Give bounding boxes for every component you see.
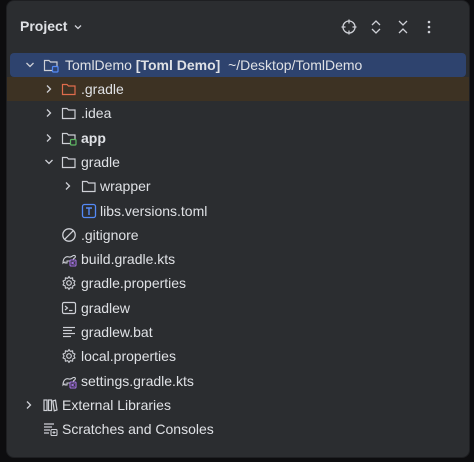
tree-row-tomldemo[interactable]: TomlDemo [Toml Demo] ~/Desktop/TomlDemo bbox=[10, 53, 466, 77]
scratches-icon bbox=[42, 417, 58, 441]
expand-all-button[interactable] bbox=[366, 17, 386, 37]
folder-icon bbox=[81, 174, 97, 198]
tree-item-label: local.properties bbox=[81, 348, 176, 364]
tree-row-external-libraries[interactable]: External Libraries bbox=[7, 393, 469, 417]
chevron-down-icon bbox=[75, 24, 82, 29]
tree-item-label: gradlew bbox=[81, 300, 131, 316]
tree-item-label: External Libraries bbox=[62, 397, 171, 413]
tree-row-build-gradle-kts[interactable]: build.gradle.kts bbox=[7, 247, 469, 271]
tree-item-label: .idea bbox=[81, 105, 112, 121]
tree-row-gradle-properties[interactable]: gradle.properties bbox=[7, 271, 469, 295]
gitignore-icon bbox=[61, 223, 77, 247]
tree-row-libs-versions-toml[interactable]: libs.versions.toml bbox=[7, 199, 469, 223]
crosshair-icon bbox=[341, 19, 357, 35]
more-vertical-icon bbox=[427, 20, 431, 34]
excluded-folder-icon bbox=[61, 77, 77, 101]
tree-item-label: build.gradle.kts bbox=[81, 251, 176, 267]
project-name: TomlDemo bbox=[65, 57, 132, 73]
options-button[interactable] bbox=[419, 17, 439, 37]
toml-file-icon bbox=[81, 199, 97, 223]
panel-title: Project bbox=[20, 18, 68, 34]
tree-item-label: settings.gradle.kts bbox=[81, 373, 194, 389]
folder-icon bbox=[61, 101, 77, 125]
tree-row-gradle[interactable]: gradle bbox=[7, 150, 469, 174]
project-view-selector[interactable]: Project bbox=[20, 18, 83, 34]
tree-row-wrapper[interactable]: wrapper bbox=[7, 174, 469, 198]
tree-row-local-properties[interactable]: local.properties bbox=[7, 344, 469, 368]
collapse-all-icon bbox=[398, 20, 408, 34]
terminal-icon bbox=[61, 296, 77, 320]
chevron-down-icon[interactable] bbox=[42, 150, 56, 174]
chevron-right-icon[interactable] bbox=[42, 77, 56, 101]
project-path: ~/Desktop/TomlDemo bbox=[228, 57, 363, 73]
tree-row-dot-gradle[interactable]: .gradle bbox=[7, 77, 469, 101]
project-display-name: [Toml Demo] bbox=[135, 57, 221, 73]
tree-item-label: gradlew.bat bbox=[81, 324, 153, 340]
collapse-all-button[interactable] bbox=[393, 17, 413, 37]
text-lines-icon bbox=[61, 320, 77, 344]
tree-row-settings-gradle-kts[interactable]: settings.gradle.kts bbox=[7, 369, 469, 393]
module-folder-icon bbox=[61, 126, 77, 150]
gear-icon bbox=[61, 271, 77, 295]
tree-item-label: Scratches and Consoles bbox=[62, 421, 214, 437]
select-opened-file-button[interactable] bbox=[339, 17, 359, 37]
gradle-kts-icon bbox=[61, 247, 77, 271]
tool-window-header: Project bbox=[7, 1, 469, 53]
chevron-right-icon[interactable] bbox=[61, 174, 75, 198]
tree-row-idea[interactable]: .idea bbox=[7, 101, 469, 125]
chevron-right-icon[interactable] bbox=[42, 126, 56, 150]
gradle-kts-icon bbox=[61, 369, 77, 393]
tree-item-label: gradle bbox=[81, 154, 120, 170]
tree-item-label: libs.versions.toml bbox=[100, 203, 208, 219]
folder-icon bbox=[61, 150, 77, 174]
tree-item-label: .gradle bbox=[81, 81, 124, 97]
tree-row-gradlew-bat[interactable]: gradlew.bat bbox=[7, 320, 469, 344]
tree-row-gitignore[interactable]: .gitignore bbox=[7, 223, 469, 247]
gear-icon bbox=[61, 344, 77, 368]
module-folder-icon bbox=[43, 53, 59, 77]
chevron-right-icon[interactable] bbox=[22, 393, 36, 417]
chevron-down-icon[interactable] bbox=[23, 53, 37, 77]
expand-all-icon bbox=[371, 20, 381, 34]
tree-item-label: .gitignore bbox=[81, 227, 139, 243]
tree-item-label: gradle.properties bbox=[81, 275, 187, 291]
tree-row-gradlew[interactable]: gradlew bbox=[7, 296, 469, 320]
chevron-right-icon[interactable] bbox=[42, 101, 56, 125]
tree-row-scratches-and-consoles[interactable]: Scratches and Consoles bbox=[7, 417, 469, 441]
tree-row-app[interactable]: app bbox=[7, 126, 469, 150]
project-tool-window: Project TomlDemo [Toml Demo] ~/Desktop/T… bbox=[6, 0, 470, 458]
tree-item-label: app bbox=[81, 130, 106, 146]
library-icon bbox=[42, 393, 58, 417]
tree-item-label: wrapper bbox=[100, 178, 151, 194]
